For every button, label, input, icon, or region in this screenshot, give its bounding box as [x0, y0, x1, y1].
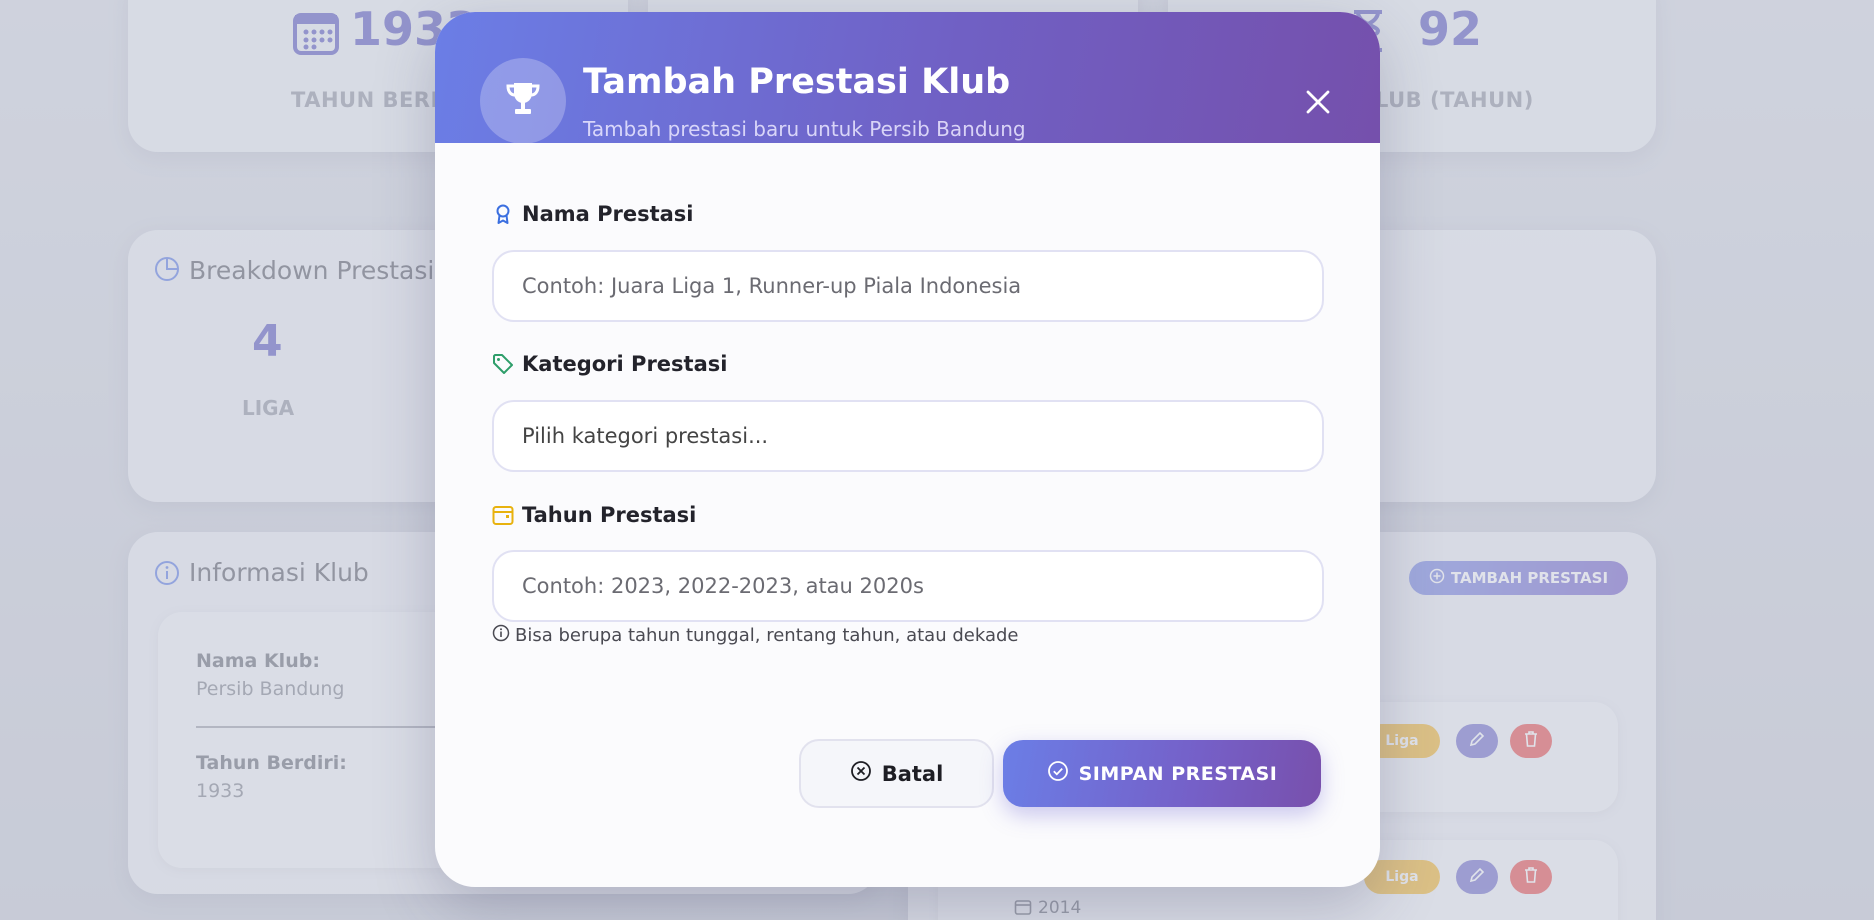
achievement-category-select[interactable]: Pilih kategori prestasi...	[492, 400, 1324, 472]
trophy-icon	[503, 79, 543, 123]
save-button-label: SIMPAN PRESTASI	[1078, 762, 1278, 785]
achievement-category-value: Pilih kategori prestasi...	[522, 424, 769, 448]
trophy-icon-circle	[480, 58, 566, 144]
modal-subtitle: Tambah prestasi baru untuk Persib Bandun…	[583, 117, 1026, 141]
achievement-year-label-text: Tahun Prestasi	[522, 503, 697, 527]
x-circle-icon	[850, 760, 872, 787]
cancel-button-label: Batal	[881, 761, 944, 786]
achievement-year-input[interactable]	[492, 550, 1324, 622]
close-icon	[1305, 89, 1331, 119]
cancel-button[interactable]: Batal	[799, 739, 994, 808]
achievement-name-label: Nama Prestasi	[492, 202, 694, 226]
modal-title: Tambah Prestasi Klub	[583, 62, 1011, 102]
tag-icon	[492, 353, 514, 375]
achievement-year-label: Tahun Prestasi	[492, 503, 696, 527]
year-hint-text: Bisa berupa tahun tunggal, rentang tahun…	[515, 625, 1019, 646]
achievement-category-label-text: Kategori Prestasi	[522, 352, 728, 376]
achievement-name-input[interactable]	[492, 250, 1324, 322]
save-button[interactable]: SIMPAN PRESTASI	[1003, 740, 1321, 807]
calendar-icon	[492, 504, 514, 526]
year-hint: Bisa berupa tahun tunggal, rentang tahun…	[492, 624, 1018, 647]
award-icon	[492, 203, 514, 225]
modal-header: Tambah Prestasi Klub Tambah prestasi bar…	[435, 12, 1380, 144]
close-button[interactable]	[1301, 87, 1335, 121]
info-circle-icon	[492, 624, 510, 647]
check-circle-icon	[1047, 760, 1069, 787]
add-achievement-modal: Tambah Prestasi Klub Tambah prestasi bar…	[435, 12, 1380, 887]
achievement-category-label: Kategori Prestasi	[492, 352, 727, 376]
achievement-name-label-text: Nama Prestasi	[522, 202, 694, 226]
